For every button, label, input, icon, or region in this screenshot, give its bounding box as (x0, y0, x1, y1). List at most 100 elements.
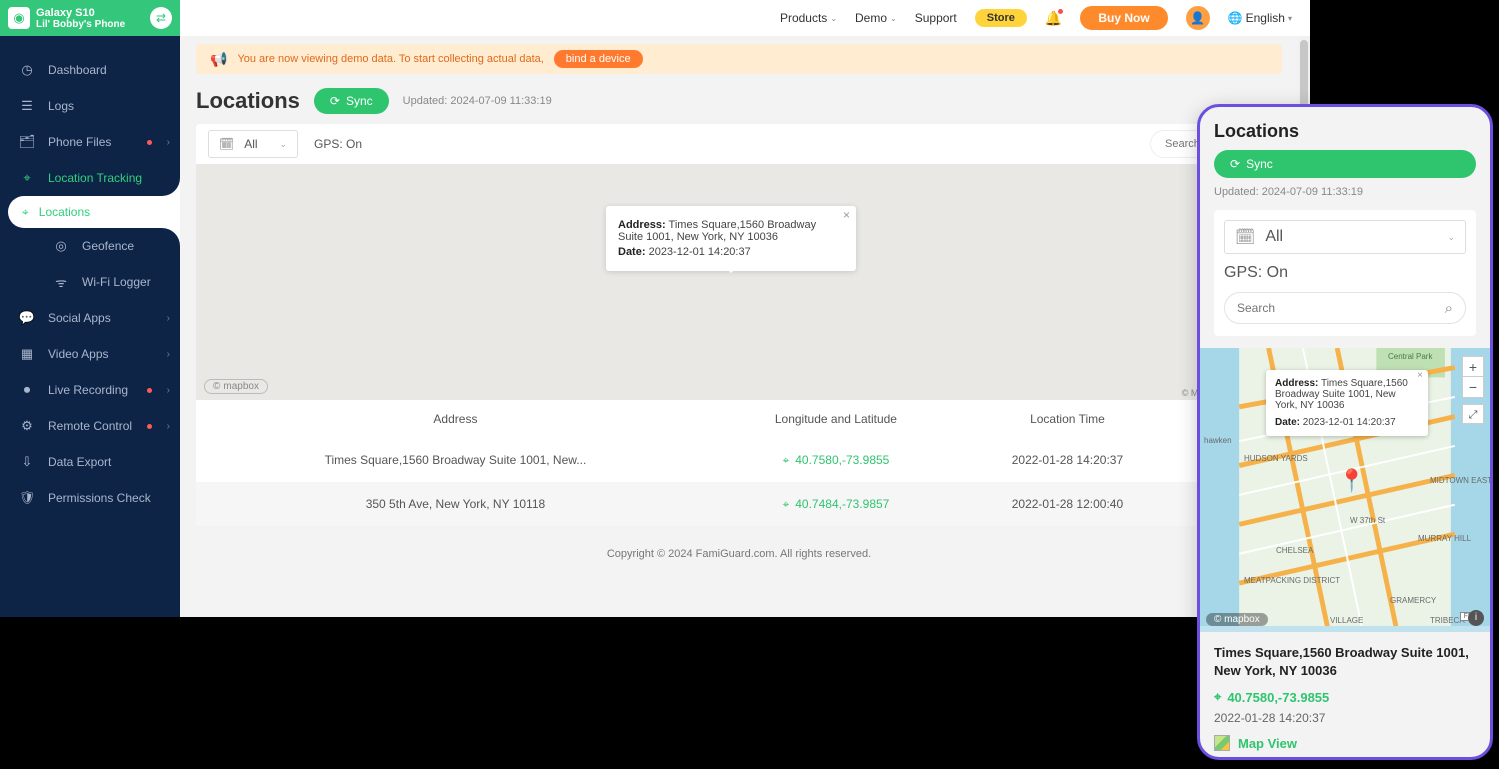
mapbox-logo: © mapbox (204, 379, 268, 394)
date-value: 2023-12-01 14:20:37 (1303, 417, 1396, 428)
locations-table: Address Longitude and Latitude Location … (196, 400, 1282, 526)
map-canvas[interactable]: × Address: Times Square,1560 Broadway Su… (196, 164, 1282, 400)
title-row: Locations ⟳Sync Updated: 2024-07-09 11:3… (196, 88, 1282, 114)
caret-down-icon: ▾ (1288, 14, 1292, 23)
nav-logs[interactable]: ☰Logs (0, 88, 180, 124)
nav-permissions[interactable]: 🛡Permissions Check (0, 480, 180, 516)
pin-icon: ⌖ (22, 205, 29, 220)
nav-label: Data Export (48, 455, 111, 469)
desktop-window: ◉ Galaxy S10 Lil' Bobby's Phone ⇄ ◷Dashb… (0, 0, 1310, 617)
nav-remote[interactable]: ⚙Remote Control› (0, 408, 180, 444)
nav-geofence[interactable]: ◎ Geofence (34, 228, 180, 264)
nav-locations[interactable]: ⌖ Locations (8, 196, 180, 228)
mobile-date-dropdown[interactable]: 🗓 All ⌄ (1224, 220, 1466, 254)
nav-support[interactable]: Support (915, 11, 957, 25)
cell-time: 2022-01-28 12:00:40 (957, 482, 1178, 526)
link-label: Demo (855, 11, 887, 25)
chat-icon: 💬 (18, 310, 36, 326)
nav-label: Dashboard (48, 63, 107, 77)
cell-coord: ⌖40.7484,-73.9857 (715, 482, 957, 526)
map-label: CHELSEA (1276, 546, 1313, 555)
nav-label: Logs (48, 99, 74, 113)
cell-coord: ⌖40.7580,-73.9855 (715, 438, 957, 482)
store-button[interactable]: Store (975, 9, 1027, 27)
nav-label: Geofence (82, 239, 134, 253)
mobile-map[interactable]: Central Park HUDSON YARDS MIDTOWN EAST W… (1200, 348, 1490, 632)
close-icon[interactable]: × (1417, 370, 1423, 381)
chevron-down-icon: ⌄ (279, 139, 287, 150)
nav-label: Live Recording (48, 383, 128, 397)
search-icon: ⌕ (1445, 300, 1453, 317)
locations-panel: 🗓 All ⌄ GPS: On × Address: Times Square,… (196, 124, 1282, 526)
calendar-icon: 🗓 (219, 137, 234, 151)
pin-icon: ⌖ (1214, 689, 1221, 705)
fullscreen-button[interactable]: ⤢ (1462, 404, 1484, 424)
record-icon: ⏺ (18, 382, 36, 398)
nav-demo[interactable]: Demo⌄ (855, 11, 897, 25)
geofence-icon: ◎ (52, 238, 70, 254)
mobile-sync-button[interactable]: ⟳Sync (1214, 150, 1476, 178)
nav-label: Video Apps (48, 347, 109, 361)
bind-device-button[interactable]: bind a device (554, 50, 643, 68)
map-label: MEATPACKING DISTRICT (1244, 576, 1340, 585)
nav-label: Locations (39, 205, 90, 219)
cell-address: 350 5th Ave, New York, NY 10118 (196, 482, 715, 526)
footer-text: Copyright © 2024 FamiGuard.com. All righ… (196, 548, 1282, 560)
swap-device-icon[interactable]: ⇄ (150, 7, 172, 29)
card-coord: ⌖40.7580,-73.9855 (1214, 689, 1329, 705)
zoom-out-button[interactable]: − (1463, 377, 1483, 397)
nav-products[interactable]: Products⌄ (780, 11, 837, 25)
map-label: HUDSON YARDS (1244, 454, 1308, 463)
zoom-in-button[interactable]: + (1463, 357, 1483, 377)
table-row[interactable]: 350 5th Ave, New York, NY 10118 ⌖40.7484… (196, 482, 1282, 526)
nav-social[interactable]: 💬Social Apps› (0, 300, 180, 336)
chevron-right-icon: › (167, 385, 170, 396)
pin-icon: ⌖ (782, 497, 789, 512)
link-label: Products (780, 11, 827, 25)
table-header-row: Address Longitude and Latitude Location … (196, 400, 1282, 438)
chevron-right-icon: › (167, 313, 170, 324)
card-address: Times Square,1560 Broadway Suite 1001, N… (1214, 644, 1476, 679)
nav-dashboard[interactable]: ◷Dashboard (0, 52, 180, 88)
demo-banner: 📢 You are now viewing demo data. To star… (196, 44, 1282, 74)
card-time: 2022-01-28 14:20:37 (1214, 711, 1476, 725)
close-icon[interactable]: × (843, 208, 850, 222)
user-avatar[interactable]: 👤 (1186, 6, 1210, 30)
mobile-inner: Locations ⟳Sync Updated: 2024-07-09 11:3… (1200, 107, 1490, 751)
notifications-icon[interactable]: 🔔 (1045, 10, 1062, 27)
mobile-gps: GPS: On (1224, 264, 1466, 282)
language-selector[interactable]: 🌐 English ▾ (1228, 11, 1292, 25)
mobile-search-input[interactable] (1237, 301, 1445, 315)
device-model: Galaxy S10 (36, 7, 125, 19)
mobile-search[interactable]: ⌕ (1224, 292, 1466, 324)
top-header: Products⌄ Demo⌄ Support Store 🔔 Buy Now … (180, 0, 1310, 36)
map-label: Central Park (1388, 352, 1432, 361)
sync-label: Sync (1246, 157, 1273, 171)
link-label: Support (915, 11, 957, 25)
sync-button[interactable]: ⟳Sync (314, 88, 389, 114)
date-label: Date: (618, 246, 646, 258)
addr-label: Address: (618, 219, 666, 231)
nav-label: Wi-Fi Logger (82, 275, 151, 289)
table-row[interactable]: Times Square,1560 Broadway Suite 1001, N… (196, 438, 1282, 482)
card-mapview-link[interactable]: Map View (1214, 735, 1476, 751)
remote-icon: ⚙ (18, 418, 36, 434)
nav-location-tracking[interactable]: ⌖Location Tracking⌄ (0, 160, 180, 196)
nav-phone-files[interactable]: 🗂Phone Files› (0, 124, 180, 160)
android-icon: ◉ (8, 7, 30, 29)
nav-wifi[interactable]: ᯤWi-Fi Logger (34, 264, 180, 300)
nav: ◷Dashboard ☰Logs 🗂Phone Files› ⌖Location… (0, 36, 180, 516)
nav-label: Phone Files (48, 135, 111, 149)
device-selector[interactable]: ◉ Galaxy S10 Lil' Bobby's Phone ⇄ (0, 0, 180, 36)
nav-live[interactable]: ⏺ Live Recording › (0, 372, 180, 408)
location-card[interactable]: Times Square,1560 Broadway Suite 1001, N… (1214, 632, 1476, 751)
info-icon[interactable]: i (1468, 610, 1484, 626)
buy-now-button[interactable]: Buy Now (1080, 6, 1167, 30)
updated-text: Updated: 2024-07-09 11:33:19 (403, 95, 552, 107)
date-filter-dropdown[interactable]: 🗓 All ⌄ (208, 130, 298, 158)
nav-export[interactable]: ⇩Data Export (0, 444, 180, 480)
nav-video[interactable]: ▦Video Apps› (0, 336, 180, 372)
folder-icon: 🗂 (18, 134, 36, 150)
addr-label: Address: (1275, 378, 1318, 389)
map-label: W 37th St (1350, 516, 1385, 525)
